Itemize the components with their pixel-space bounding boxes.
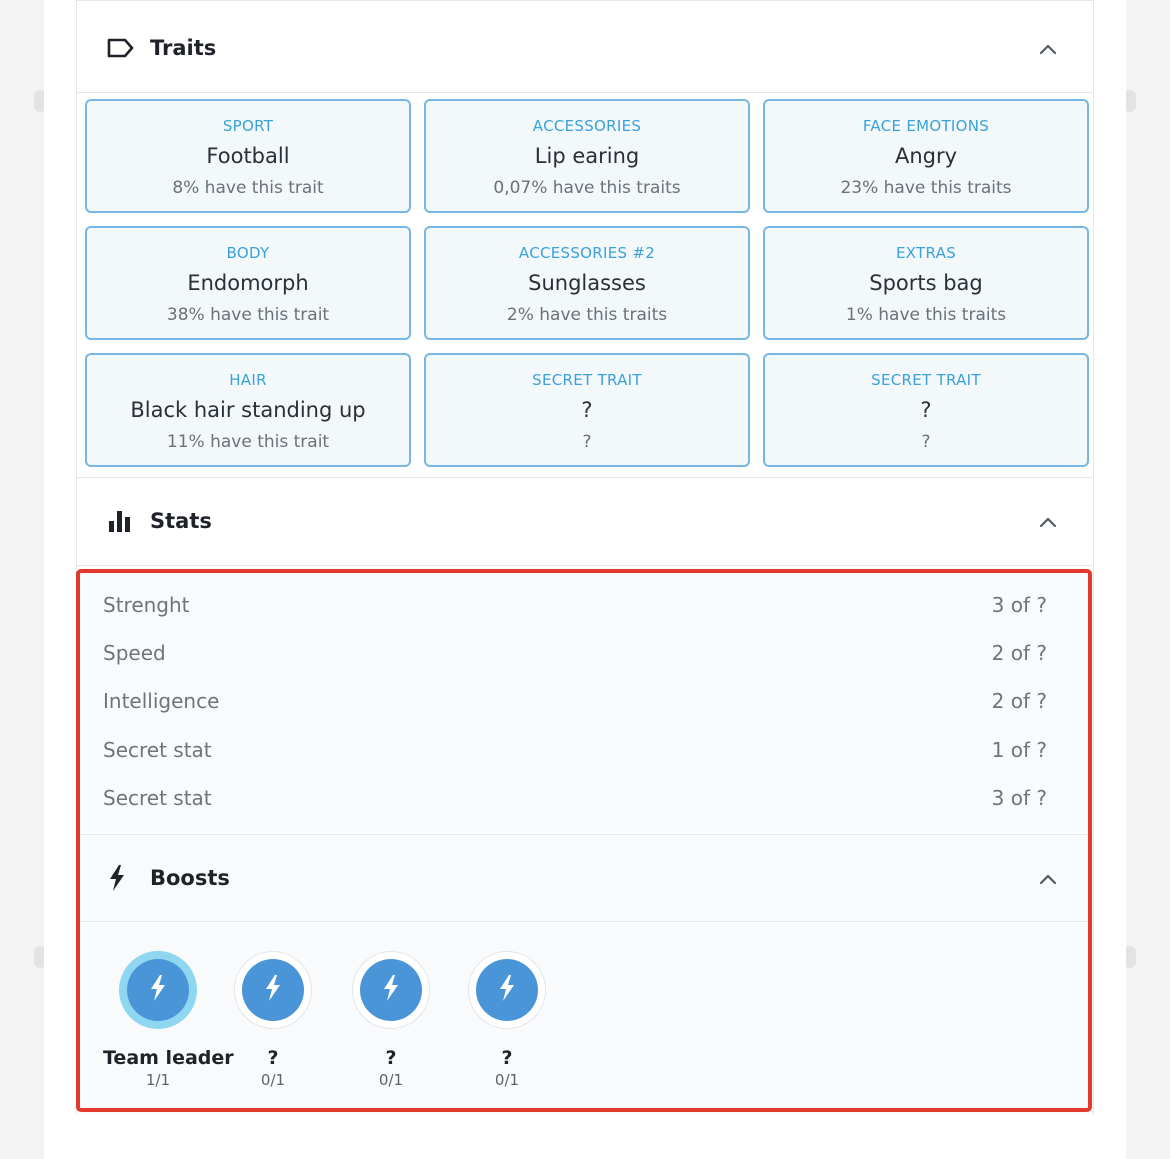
traits-header[interactable]: Traits (77, 4, 1093, 92)
trait-type: EXTRAS (895, 244, 957, 262)
trait-type: SECRET TRAIT (871, 371, 981, 389)
trait-value: Sports bag (869, 271, 983, 295)
trait-value: Football (206, 144, 290, 168)
trait-value: Sunglasses (528, 271, 646, 295)
bar-chart-icon (107, 509, 133, 533)
trait-value: Angry (894, 144, 958, 168)
trait-rarity: 23% have this traits (840, 178, 1012, 198)
trait-type: SPORT (222, 117, 274, 135)
trait-type: ACCESSORIES (532, 117, 642, 135)
stats-header[interactable]: Stats (77, 477, 1093, 565)
trait-card: ACCESSORIES Lip earing 0,07% have this t… (424, 99, 750, 213)
tag-icon (107, 38, 135, 58)
trait-rarity: 8% have this trait (172, 178, 324, 198)
trait-type: FACE EMOTIONS (862, 117, 990, 135)
chevron-up-icon[interactable] (1039, 513, 1057, 532)
background-left (0, 0, 44, 1159)
background-right (1126, 0, 1170, 1159)
trait-rarity: 0,07% have this traits (493, 178, 681, 198)
trait-card: ACCESSORIES #2 Sunglasses 2% have this t… (424, 226, 750, 340)
trait-card: BODY Endomorph 38% have this trait (85, 226, 411, 340)
highlight-box (76, 569, 1092, 1112)
trait-card: FACE EMOTIONS Angry 23% have this traits (763, 99, 1089, 213)
stats-title: Stats (150, 509, 212, 533)
trait-type: HAIR (229, 371, 267, 389)
trait-card: SECRET TRAIT ? ? (763, 353, 1089, 467)
trait-value: Endomorph (187, 271, 309, 295)
trait-type: ACCESSORIES #2 (518, 244, 656, 262)
trait-rarity: ? (921, 432, 931, 452)
trait-card: SPORT Football 8% have this trait (85, 99, 411, 213)
chevron-up-icon[interactable] (1039, 40, 1057, 59)
divider (77, 565, 1093, 566)
trait-rarity: 2% have this traits (506, 305, 668, 325)
trait-card: HAIR Black hair standing up 11% have thi… (85, 353, 411, 467)
trait-value: Black hair standing up (130, 398, 366, 422)
traits-title: Traits (150, 36, 217, 60)
trait-card: SECRET TRAIT ? ? (424, 353, 750, 467)
trait-rarity: 38% have this trait (166, 305, 330, 325)
trait-rarity: 1% have this traits (845, 305, 1007, 325)
trait-rarity: 11% have this trait (166, 432, 330, 452)
trait-rarity: ? (582, 432, 592, 452)
trait-value: ? (920, 398, 932, 422)
trait-type: BODY (226, 244, 270, 262)
trait-value: Lip earing (534, 144, 640, 168)
trait-card: EXTRAS Sports bag 1% have this traits (763, 226, 1089, 340)
trait-value: ? (581, 398, 593, 422)
trait-type: SECRET TRAIT (532, 371, 642, 389)
divider (77, 92, 1093, 93)
